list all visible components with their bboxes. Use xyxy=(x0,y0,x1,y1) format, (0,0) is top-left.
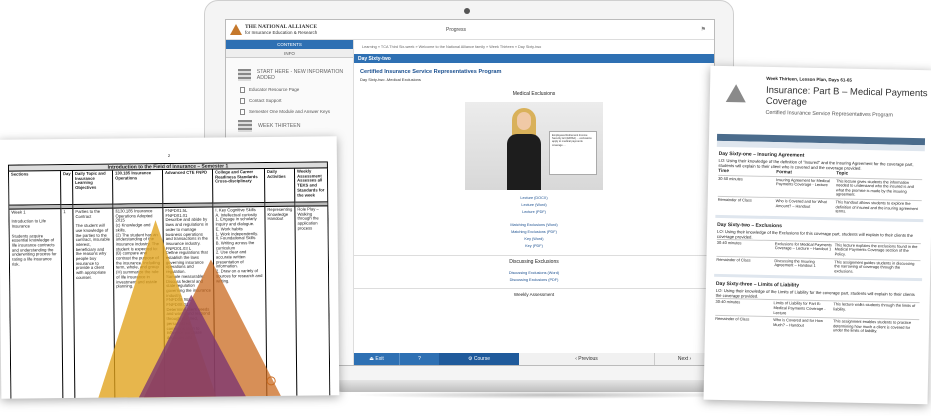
weekly-assessment-title: Weekly Assessment xyxy=(354,288,714,297)
column-advanced-cte: Advanced CTE FNPD FNPD01.5L FNPD01.01 De… xyxy=(162,169,216,399)
alliance-logo-icon xyxy=(725,84,747,103)
lecture-video[interactable]: Employees Retirement Income Security Act… xyxy=(465,102,603,190)
presenter-face xyxy=(517,112,531,130)
sidebar-item-start-here[interactable]: START HERE - NEW INFORMATION ADDED xyxy=(226,66,353,84)
presenter-body xyxy=(507,134,541,190)
logo-line2: for Insurance Education & Research xyxy=(245,30,318,35)
column-weekly-assessment: Weekly Assessment Assesses all TEKS and … xyxy=(294,168,331,399)
sidebar-item-week-thirteen[interactable]: WEEK THIRTEEN xyxy=(226,117,353,135)
app-logo[interactable]: THE NATIONAL ALLIANCE for Insurance Educ… xyxy=(226,24,346,35)
link-matching-pdf[interactable]: Matching Exclusions (PDF) xyxy=(354,229,714,236)
table-row: Remainder of Class Who is Covered and fo… xyxy=(714,314,920,336)
column-insurance-operations: 130.185 Insurance Operations §130.185 In… xyxy=(112,170,166,399)
sidebar-item-contact-support[interactable]: Contact Support xyxy=(226,95,353,106)
tab-info[interactable]: INFO xyxy=(226,49,353,58)
link-key-word[interactable]: Key (Word) xyxy=(354,236,714,243)
video-section-title: Medical Exclusions xyxy=(512,91,556,97)
link-matching-word[interactable]: Matching Exclusions (Word) xyxy=(354,222,714,229)
column-daily-topic: Daily Topic and Insurance Learning Objec… xyxy=(72,170,116,399)
tab-contents[interactable]: CONTENTS xyxy=(226,40,353,49)
module-stack-icon xyxy=(238,120,252,132)
sidebar-item-label: START HERE - NEW INFORMATION ADDED xyxy=(256,69,344,81)
sidebar-item-label: Semester One Module and Answer Keys xyxy=(249,109,331,114)
lesson-subheading: Day Sixty-two -Medical Exclusions xyxy=(360,77,421,82)
previous-button[interactable]: ‹ Previous xyxy=(519,353,654,365)
lesson-plan-week-line: Week Thirteen, Lesson Plan, Days 61-65 xyxy=(766,75,853,83)
document-icon xyxy=(240,108,245,115)
sidebar-item-label: WEEK THIRTEEN xyxy=(258,123,301,129)
link-discuss-pdf[interactable]: Discussing Exclusions (PDF) xyxy=(354,277,714,284)
module-stack-icon xyxy=(238,69,251,81)
column-college-career: College and Career Readiness Standards C… xyxy=(212,168,268,399)
exit-button[interactable]: ⏏ Exit xyxy=(354,353,399,365)
sidebar-item-educator-resource[interactable]: Educator Resource Page xyxy=(226,84,353,95)
column-sections: Sections Week 1 Introduction to Life Ins… xyxy=(8,171,64,399)
lesson-plan-subtitle: Certified Insurance Service Representati… xyxy=(765,109,893,119)
sidebar-item-label: Contact Support xyxy=(249,98,282,103)
sidebar-item-label: Educator Resource Page xyxy=(249,87,300,92)
document-icon xyxy=(240,97,245,104)
curriculum-table-document: 2 Introduction to the Field of Insurance… xyxy=(0,136,340,399)
day-title-bar: Day Sixty-two xyxy=(354,54,714,63)
logo-triangle-icon xyxy=(230,24,242,35)
course-nav-bar: ⏏ Exit ? ⚙ Course ‹ Previous Next › xyxy=(354,353,714,365)
lecture-links: Lecture (DOCX) Lecture (Word) Lecture (P… xyxy=(354,195,714,250)
camera-icon xyxy=(464,8,470,14)
link-key-pdf[interactable]: Key (PDF) xyxy=(354,243,714,250)
curriculum-table: Introduction to the Field of Insurance –… xyxy=(7,161,331,399)
flag-icon[interactable]: ⚑ xyxy=(701,26,706,33)
link-discuss-word[interactable]: Discussing Exclusions (Word) xyxy=(354,270,714,277)
breadcrumb[interactable]: Learning » TCA Third Six-week » Welcome … xyxy=(354,40,714,54)
lesson-content: Learning » TCA Third Six-week » Welcome … xyxy=(354,40,714,365)
table-body: Sections Week 1 Introduction to Life Ins… xyxy=(7,168,331,399)
link-lecture-pdf[interactable]: Lecture (PDF) xyxy=(354,209,714,216)
lesson-plan-title: Insurance: Part B – Medical Payments Cov… xyxy=(765,84,928,108)
program-heading: Certified Insurance Service Representati… xyxy=(360,69,502,75)
laptop-shadow xyxy=(350,391,750,399)
table-row: Remainder of Class Discussing the Insuri… xyxy=(716,255,921,277)
course-button[interactable]: ⚙ Course xyxy=(439,353,519,365)
link-lecture-docx[interactable]: Lecture (DOCX) xyxy=(354,195,714,202)
document-icon xyxy=(240,86,245,93)
discuss-section-title: Discussing Exclusions xyxy=(354,255,714,265)
help-button[interactable]: ? xyxy=(399,353,439,365)
progress-label: Progress xyxy=(446,26,467,33)
column-daily-activities: Daily Activities Representing Knowledge … xyxy=(264,168,298,399)
video-slide-card: Employees Retirement Income Security Act… xyxy=(549,131,597,175)
sidebar-item-semester-one[interactable]: Semester One Module and Answer Keys xyxy=(226,106,353,117)
discuss-links: Discussing Exclusions (Word) Discussing … xyxy=(354,270,714,284)
page-number: 2 xyxy=(167,152,171,159)
app-topbar: THE NATIONAL ALLIANCE for Insurance Educ… xyxy=(226,20,714,40)
link-lecture-word[interactable]: Lecture (Word) xyxy=(354,202,714,209)
table-row: Remainder of Class Who is Covered and fo… xyxy=(717,195,922,217)
lesson-plan-document: Week Thirteen, Lesson Plan, Days 61-65 I… xyxy=(703,65,931,405)
